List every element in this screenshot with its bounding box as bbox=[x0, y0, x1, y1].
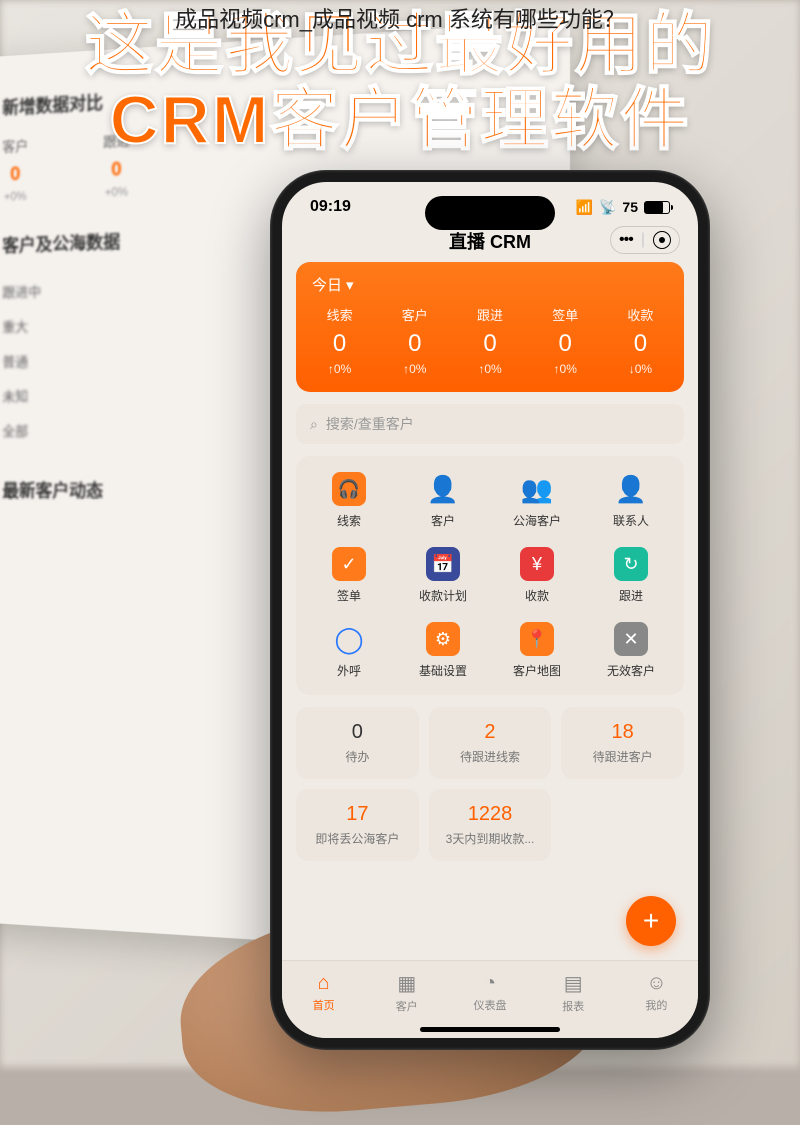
首页-icon: ⌂ bbox=[318, 972, 330, 995]
tab-首页[interactable]: ⌂ 首页 bbox=[282, 961, 365, 1024]
联系人-icon: 👤 bbox=[614, 472, 648, 506]
外呼-icon: ◯ bbox=[332, 622, 366, 656]
tab-客户[interactable]: ▦ 客户 bbox=[365, 961, 448, 1024]
nav-签单[interactable]: ✓ 签单 bbox=[304, 547, 394, 604]
nav-基础设置[interactable]: ⚙ 基础设置 bbox=[398, 622, 488, 679]
close-miniapp-icon[interactable] bbox=[653, 231, 671, 249]
仪表盘-icon: ◔ bbox=[484, 972, 496, 995]
无效客户-icon: ✕ bbox=[614, 622, 648, 656]
nav-grid-card: 🎧 线索👤 客户👥 公海客户👤 联系人 ✓ 签单📅 收款计划¥ 收款↻ 跟进 ◯ 外… bbox=[296, 456, 684, 695]
fab-add-button[interactable]: + bbox=[626, 896, 676, 946]
notch bbox=[425, 196, 555, 230]
battery-pct: 75 bbox=[622, 199, 638, 215]
plus-icon: + bbox=[643, 905, 659, 937]
app-title: 直播 CRM bbox=[449, 228, 531, 254]
chevron-down-icon: ▾ bbox=[346, 276, 354, 294]
search-input[interactable]: ⌕ 搜索/查重客户 bbox=[296, 404, 684, 444]
签单-icon: ✓ bbox=[332, 547, 366, 581]
我的-icon: ☺ bbox=[646, 972, 666, 995]
nav-跟进[interactable]: ↻ 跟进 bbox=[586, 547, 676, 604]
tab-仪表盘[interactable]: ◔ 仪表盘 bbox=[448, 961, 531, 1024]
stat-线索[interactable]: 线索 0 ↑0% bbox=[302, 305, 377, 376]
miniapp-controls[interactable]: ••• | bbox=[610, 226, 680, 254]
收款计划-icon: 📅 bbox=[426, 547, 460, 581]
today-selector[interactable]: 今日 ▾ bbox=[302, 274, 678, 305]
tile-待跟进客户[interactable]: 18 待跟进客户 bbox=[561, 707, 684, 779]
nav-无效客户[interactable]: ✕ 无效客户 bbox=[586, 622, 676, 679]
stat-跟进[interactable]: 跟进 0 ↑0% bbox=[452, 305, 527, 376]
signal-icon: 📶 bbox=[576, 199, 593, 216]
status-time: 09:19 bbox=[310, 198, 351, 216]
wifi-icon: 📡 bbox=[599, 199, 616, 216]
home-indicator bbox=[420, 1027, 560, 1032]
today-stats-card: 今日 ▾ 线索 0 ↑0%客户 0 ↑0%跟进 0 ↑0%签单 0 ↑0%收款 … bbox=[296, 262, 684, 392]
stat-客户[interactable]: 客户 0 ↑0% bbox=[377, 305, 452, 376]
tile-3天内到期收款...[interactable]: 1228 3天内到期收款... bbox=[429, 789, 552, 861]
nav-公海客户[interactable]: 👥 公海客户 bbox=[492, 472, 582, 529]
battery-icon bbox=[644, 201, 670, 214]
nav-联系人[interactable]: 👤 联系人 bbox=[586, 472, 676, 529]
nav-客户[interactable]: 👤 客户 bbox=[398, 472, 488, 529]
报表-icon: ▤ bbox=[564, 971, 583, 996]
search-icon: ⌕ bbox=[310, 416, 318, 433]
tile-待跟进线索[interactable]: 2 待跟进线索 bbox=[429, 707, 552, 779]
phone-frame: 09:19 📶 📡 75 直播 CRM ••• | 今日 ▾ bbox=[270, 170, 710, 1050]
tab-报表[interactable]: ▤ 报表 bbox=[532, 961, 615, 1024]
公海客户-icon: 👥 bbox=[520, 472, 554, 506]
基础设置-icon: ⚙ bbox=[426, 622, 460, 656]
客户-icon: ▦ bbox=[397, 971, 416, 996]
nav-收款[interactable]: ¥ 收款 bbox=[492, 547, 582, 604]
stat-签单[interactable]: 签单 0 ↑0% bbox=[528, 305, 603, 376]
nav-线索[interactable]: 🎧 线索 bbox=[304, 472, 394, 529]
stat-收款[interactable]: 收款 0 ↓0% bbox=[603, 305, 678, 376]
nav-外呼[interactable]: ◯ 外呼 bbox=[304, 622, 394, 679]
search-placeholder: 搜索/查重客户 bbox=[326, 414, 414, 434]
客户-icon: 👤 bbox=[426, 472, 460, 506]
客户地图-icon: 📍 bbox=[520, 622, 554, 656]
线索-icon: 🎧 bbox=[332, 472, 366, 506]
tile-即将丢公海客户[interactable]: 17 即将丢公海客户 bbox=[296, 789, 419, 861]
page-caption: 成品视频crm_成品视频 crm 系统有哪些功能？ bbox=[0, 2, 800, 34]
more-icon[interactable]: ••• bbox=[619, 232, 633, 248]
tile-待办[interactable]: 0 待办 bbox=[296, 707, 419, 779]
nav-收款计划[interactable]: 📅 收款计划 bbox=[398, 547, 488, 604]
tab-我的[interactable]: ☺ 我的 bbox=[615, 961, 698, 1024]
收款-icon: ¥ bbox=[520, 547, 554, 581]
nav-客户地图[interactable]: 📍 客户地图 bbox=[492, 622, 582, 679]
跟进-icon: ↻ bbox=[614, 547, 648, 581]
